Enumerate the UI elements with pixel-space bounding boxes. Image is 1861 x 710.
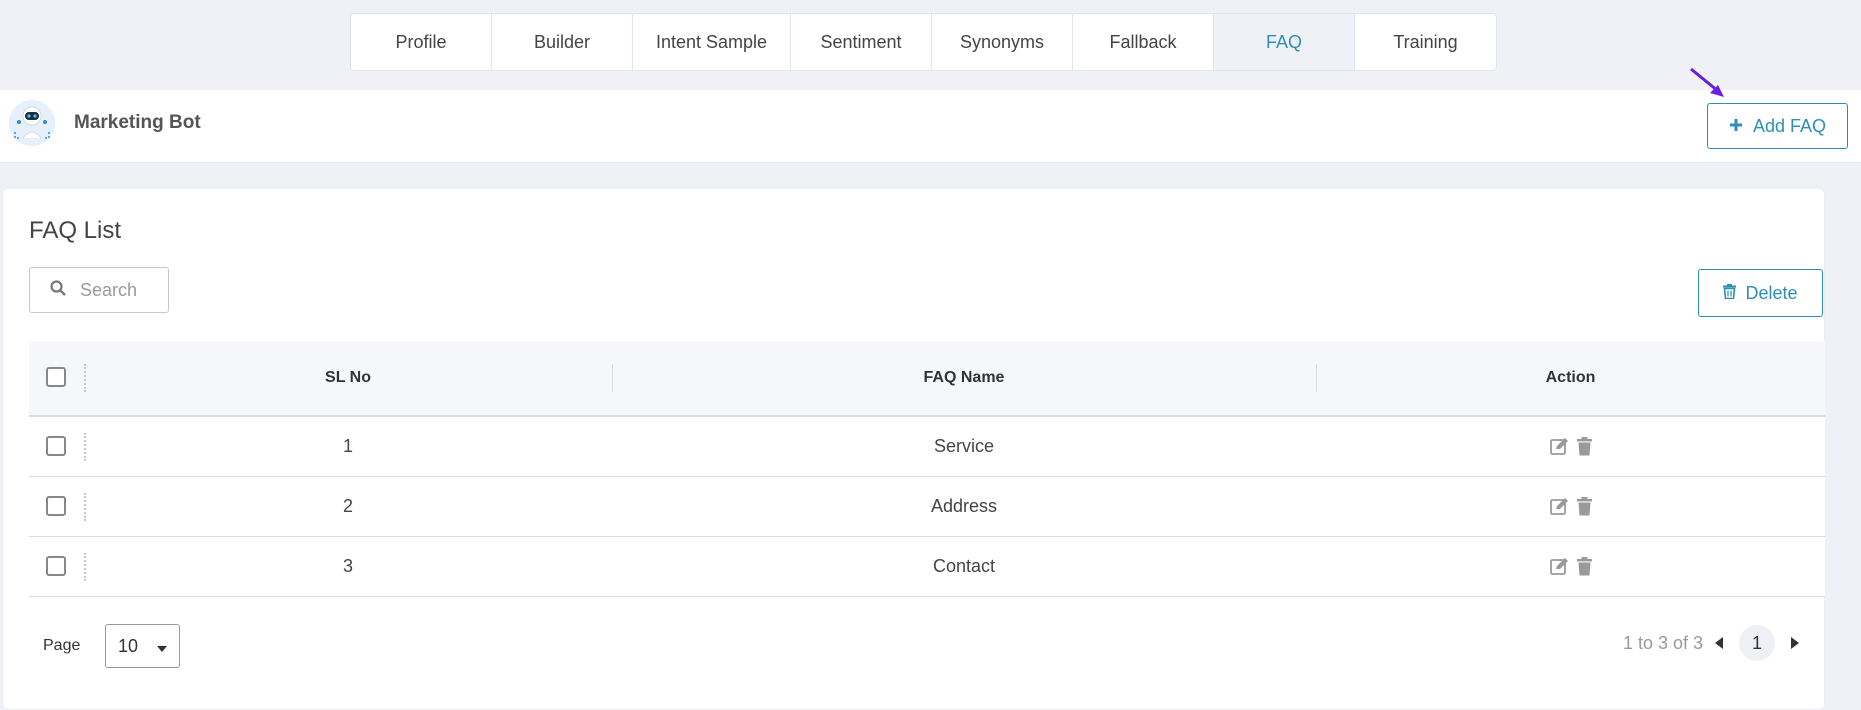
table-header: SL No FAQ Name Action xyxy=(29,341,1825,417)
trash-icon[interactable] xyxy=(1576,437,1592,456)
delete-button[interactable]: Delete xyxy=(1698,269,1823,317)
next-page-icon[interactable] xyxy=(1791,637,1800,649)
trash-icon[interactable] xyxy=(1576,497,1592,516)
row-checkbox[interactable] xyxy=(46,496,66,516)
top-tab-bar: Profile Builder Intent Sample Sentiment … xyxy=(350,13,1497,71)
edit-icon[interactable] xyxy=(1549,557,1569,576)
caret-down-icon xyxy=(157,636,167,657)
add-faq-label: Add FAQ xyxy=(1752,115,1827,136)
column-header-action: Action xyxy=(1545,369,1596,386)
page-size-value: 10 xyxy=(118,635,139,656)
bot-name: Marketing Bot xyxy=(74,112,201,133)
tab-synonyms[interactable]: Synonyms xyxy=(932,14,1073,70)
tab-builder[interactable]: Builder xyxy=(492,14,633,70)
table-row: 2 Address xyxy=(29,477,1825,537)
faq-list-card: FAQ List Delete SL No FAQ Name Action 1 … xyxy=(2,188,1825,710)
plus-icon xyxy=(1729,116,1743,137)
pagination: 1 to 3 of 3 1 xyxy=(1623,625,1800,661)
tab-faq[interactable]: FAQ xyxy=(1214,14,1355,70)
page-size-label: Page xyxy=(43,637,81,654)
row-sl-no: 2 xyxy=(342,496,353,516)
row-faq-name: Service xyxy=(933,436,995,456)
column-header-faq-name[interactable]: FAQ Name xyxy=(612,341,1316,415)
row-actions xyxy=(1316,477,1825,536)
delete-label: Delete xyxy=(1745,282,1798,303)
select-all-checkbox[interactable] xyxy=(46,367,66,387)
tab-fallback[interactable]: Fallback xyxy=(1073,14,1214,70)
row-checkbox[interactable] xyxy=(46,556,66,576)
row-sl-no: 1 xyxy=(342,436,353,456)
trash-icon[interactable] xyxy=(1576,557,1592,576)
row-sl-no: 3 xyxy=(342,556,353,576)
row-actions xyxy=(1316,417,1825,476)
arrow-pointer-icon xyxy=(1688,66,1728,105)
page-size-select[interactable]: 10 xyxy=(105,624,180,668)
trash-icon xyxy=(1723,283,1737,304)
search-input[interactable] xyxy=(78,278,162,302)
tab-profile[interactable]: Profile xyxy=(351,14,492,70)
prev-page-icon[interactable] xyxy=(1715,637,1724,649)
edit-icon[interactable] xyxy=(1549,437,1569,456)
tab-sentiment[interactable]: Sentiment xyxy=(791,14,932,70)
pagination-range: 1 to 3 of 3 xyxy=(1623,632,1704,653)
faq-table: SL No FAQ Name Action 1 Service 2 Addres… xyxy=(29,341,1825,597)
search-icon xyxy=(50,279,66,301)
search-box[interactable] xyxy=(29,267,169,313)
column-header-sl-no[interactable]: SL No xyxy=(84,341,612,415)
row-faq-name: Address xyxy=(930,496,998,516)
robot-avatar-icon xyxy=(9,100,55,146)
row-checkbox[interactable] xyxy=(46,436,66,456)
table-row: 3 Contact xyxy=(29,537,1825,597)
row-actions xyxy=(1316,537,1825,596)
current-page[interactable]: 1 xyxy=(1739,625,1776,661)
table-row: 1 Service xyxy=(29,417,1825,477)
bot-header: Marketing Bot Add FAQ xyxy=(0,90,1861,163)
tab-intent-sample[interactable]: Intent Sample xyxy=(633,14,791,70)
tab-training[interactable]: Training xyxy=(1355,14,1496,70)
add-faq-button[interactable]: Add FAQ xyxy=(1707,103,1848,149)
row-faq-name: Contact xyxy=(932,556,996,576)
page-title: FAQ List xyxy=(29,217,122,244)
edit-icon[interactable] xyxy=(1549,497,1569,516)
